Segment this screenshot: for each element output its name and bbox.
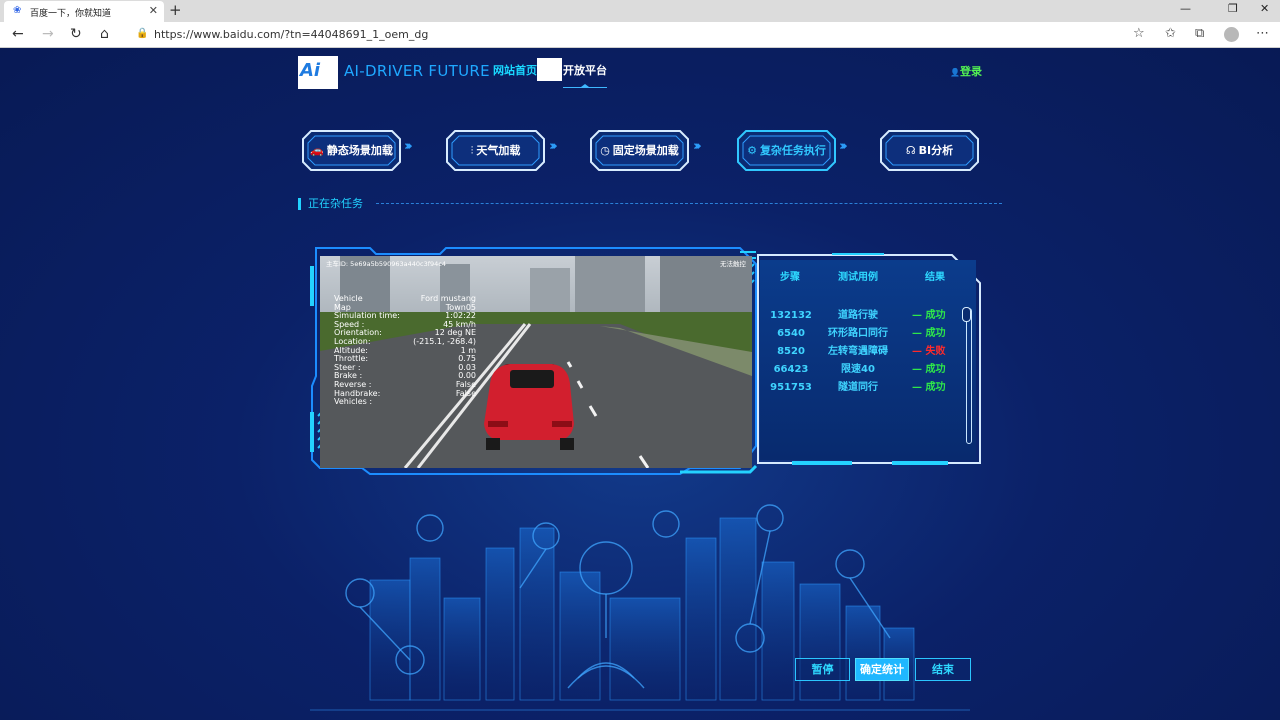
lock-icon: 🔒 xyxy=(136,28,149,39)
login-link[interactable]: 👤登录 xyxy=(950,66,982,79)
login-label: 登录 xyxy=(959,65,982,78)
gear-icon: ⚙ xyxy=(747,144,757,157)
row-result-success: — 成功 xyxy=(912,382,946,393)
step-4[interactable]: ⚙ 复杂任务执行 xyxy=(736,129,837,172)
step-text: BI分析 xyxy=(918,144,954,157)
results-column-header: 测试用例 xyxy=(838,272,878,283)
results-scroll-thumb[interactable] xyxy=(962,307,971,322)
row-test-case: 道路行驶 xyxy=(838,310,878,321)
step-arrows-icon: ›››› xyxy=(693,139,702,154)
step-arrows-icon: ›››› xyxy=(404,139,413,154)
favorite-star-icon[interactable]: ☆ xyxy=(1133,27,1145,41)
pause-button[interactable]: 暂停 xyxy=(795,658,850,681)
forward-button[interactable]: → xyxy=(42,26,54,42)
logo-text: AI-DRIVER FUTURE xyxy=(344,62,490,80)
back-button[interactable]: ← xyxy=(12,26,24,42)
step-label: ⚙ 复杂任务执行 xyxy=(736,144,837,157)
smart-city-illustration xyxy=(310,504,970,711)
nav-open-platform-link[interactable]: 开放平台 xyxy=(563,64,607,78)
car-icon: 🚗 xyxy=(310,144,324,157)
row-test-case: 左转弯遇障碍 xyxy=(828,346,888,357)
user-icon: 👤 xyxy=(950,68,960,77)
section-divider xyxy=(376,203,1002,204)
browser-titlebar: ❀ 百度一下，你就知道 ✕ + — ❐ ✕ xyxy=(0,0,1280,22)
results-scrollbar[interactable] xyxy=(966,308,972,444)
collections-icon[interactable]: ⧉ xyxy=(1195,27,1204,41)
video-status-label: 无法触控 xyxy=(720,260,746,268)
row-result-success: — 成功 xyxy=(912,364,946,375)
step-2[interactable]: ⫶ 天气加载 xyxy=(445,129,546,172)
url-input[interactable]: 🔒 https://www.baidu.com/?tn=44048691_1_o… xyxy=(128,25,1153,45)
step-label: ⫶ 天气加载 xyxy=(445,144,546,157)
logo-mark: Ai xyxy=(300,60,321,81)
results-panel xyxy=(760,260,976,460)
vehicle-id-label: 主车ID: 5e69a5b590963a440c3f94c4 xyxy=(326,260,447,268)
step-arrows-icon: ›››› xyxy=(839,139,848,154)
sliders-icon: ⫶ xyxy=(470,144,474,157)
hud-label: Vehicles : xyxy=(334,397,373,407)
tab-close-icon[interactable]: ✕ xyxy=(149,5,158,16)
nav-active-underline xyxy=(563,87,607,88)
section-accent-bar xyxy=(298,198,301,210)
end-button[interactable]: 结束 xyxy=(915,658,971,681)
new-tab-button[interactable]: + xyxy=(169,2,182,18)
browser-tab[interactable]: ❀ 百度一下，你就知道 ✕ xyxy=(4,1,164,22)
favorites-icon[interactable]: ✩ xyxy=(1165,27,1176,41)
step-3[interactable]: ◷ 固定场景加载 xyxy=(589,129,690,172)
tab-title: 百度一下，你就知道 xyxy=(30,9,112,19)
row-test-case: 环形路口同行 xyxy=(828,328,888,339)
window-close-button[interactable]: ✕ xyxy=(1260,3,1269,15)
section-title: 正在杂任务 xyxy=(308,197,363,210)
step-text: 固定场景加载 xyxy=(612,144,679,157)
step-1[interactable]: 🚗 静态场景加载 xyxy=(301,129,402,172)
more-menu-icon[interactable]: ⋯ xyxy=(1256,27,1269,41)
restore-button[interactable]: ❐ xyxy=(1228,3,1238,15)
nav-active-caret xyxy=(581,84,589,87)
profile-avatar[interactable] xyxy=(1224,27,1239,42)
nav-home-link[interactable]: 网站首页 xyxy=(493,64,537,78)
app-page: Ai AI-DRIVER FUTURE 网站首页 开放平台 👤登录 🚗 静态场景加… xyxy=(0,48,1280,720)
step-text: 复杂任务执行 xyxy=(759,144,826,157)
step-text: 静态场景加载 xyxy=(326,144,393,157)
hud-value: False xyxy=(455,388,476,398)
address-bar-row: ← → ↻ ⌂ 🔒 https://www.baidu.com/?tn=4404… xyxy=(0,22,1280,48)
baidu-paw-icon: ❀ xyxy=(13,5,22,16)
row-test-case: 限速40 xyxy=(841,364,875,375)
step-text: 天气加载 xyxy=(476,144,521,157)
step-5[interactable]: ☊ BI分析 xyxy=(879,129,980,172)
logo[interactable]: Ai xyxy=(298,56,338,89)
confirm-stats-button[interactable]: 确定统计 xyxy=(855,658,909,681)
results-column-header: 结果 xyxy=(925,272,945,283)
home-button[interactable]: ⌂ xyxy=(100,26,109,42)
url-text: https://www.baidu.com/?tn=44048691_1_oem… xyxy=(154,28,429,41)
steering-icon: ☊ xyxy=(905,144,916,157)
row-result-fail: — 失败 xyxy=(912,346,946,357)
step-label: ☊ BI分析 xyxy=(879,144,980,157)
minimize-button[interactable]: — xyxy=(1180,3,1191,15)
row-test-case: 隧道同行 xyxy=(838,382,878,393)
clock-icon: ◷ xyxy=(600,144,610,157)
nav-placeholder-block xyxy=(537,58,562,81)
row-result-success: — 成功 xyxy=(912,328,946,339)
step-label: ◷ 固定场景加载 xyxy=(589,144,690,157)
step-arrows-icon: ›››› xyxy=(549,139,558,154)
refresh-button[interactable]: ↻ xyxy=(70,26,82,42)
step-label: 🚗 静态场景加载 xyxy=(301,144,402,157)
results-column-header: 步骤 xyxy=(780,272,800,283)
simulation-video[interactable]: 主车ID: 5e69a5b590963a440c3f94c4 无法触控 Vehi… xyxy=(320,256,752,468)
row-result-success: — 成功 xyxy=(912,310,946,321)
